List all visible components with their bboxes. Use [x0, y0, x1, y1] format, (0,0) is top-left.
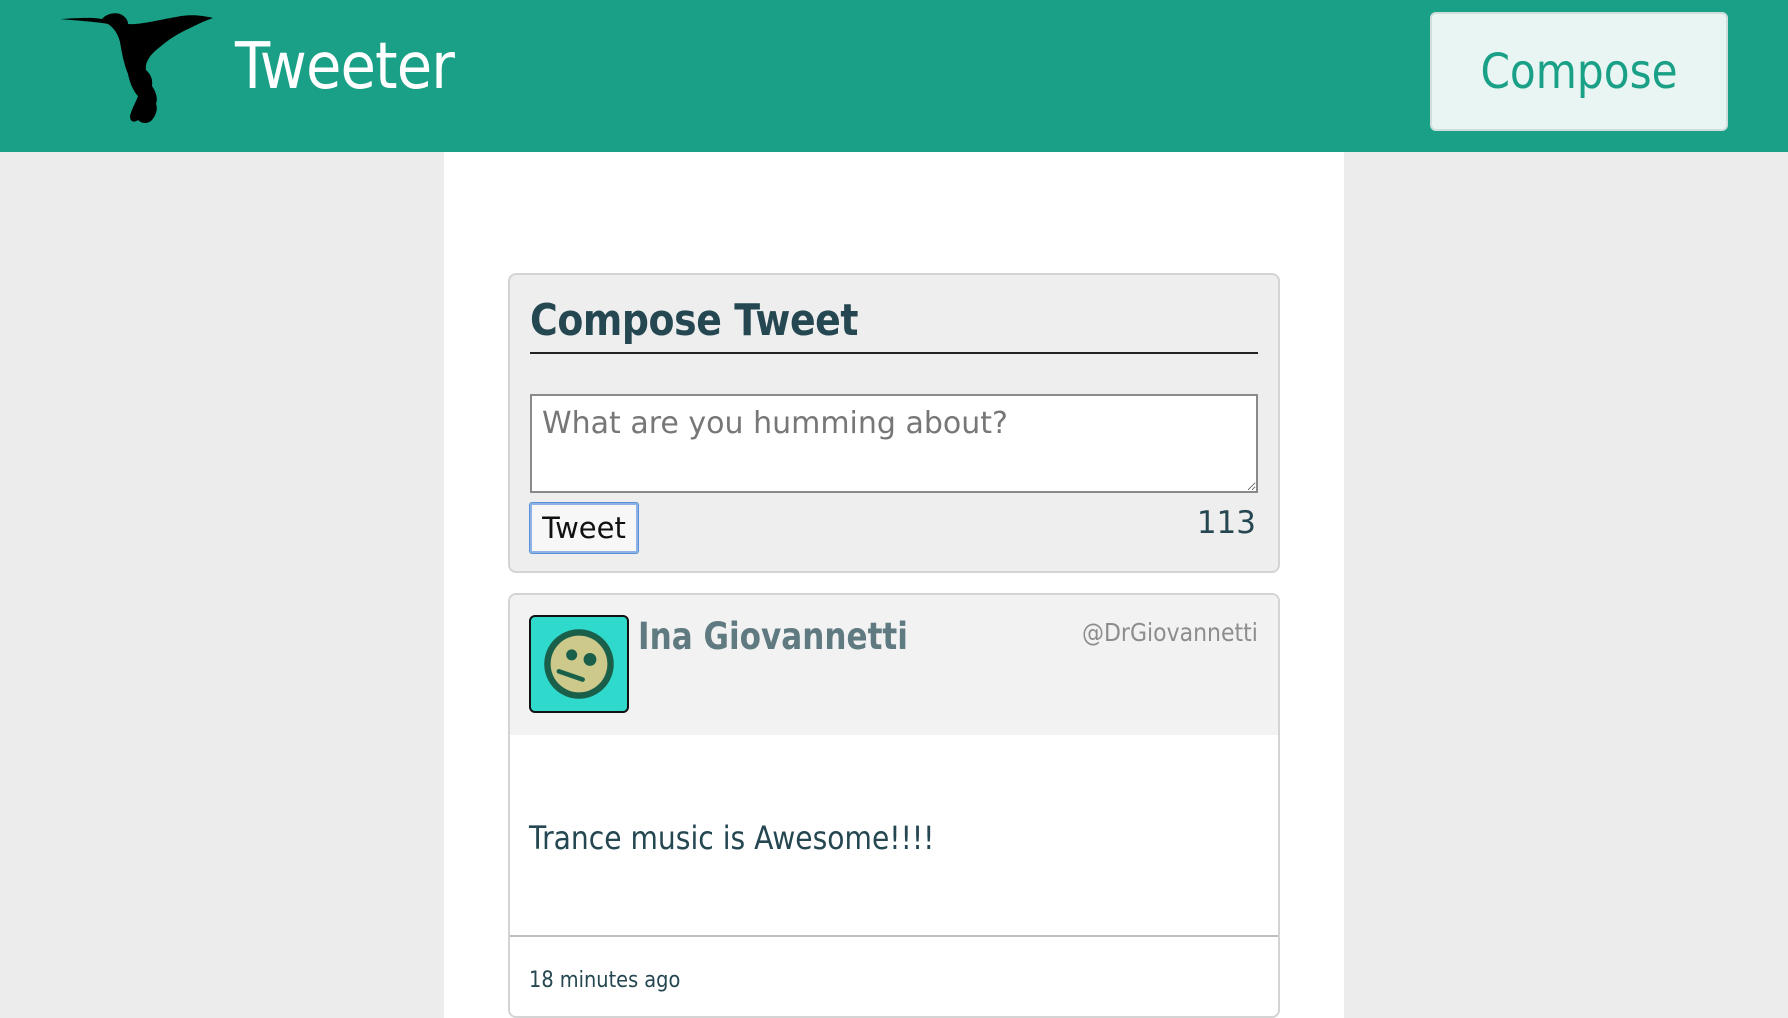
tweet-input[interactable] — [530, 394, 1258, 493]
tweet-author-name: Ina Giovannetti — [638, 615, 908, 658]
compose-tweet-box: Compose Tweet Tweet 113 — [508, 273, 1280, 573]
compose-button[interactable]: Compose — [1430, 12, 1728, 131]
tweet-card: Ina Giovannetti @DrGiovannetti Trance mu… — [508, 593, 1280, 1018]
tweet-author-handle: @DrGiovannetti — [1082, 618, 1258, 647]
tweet-content: Trance music is Awesome!!!! — [529, 819, 935, 857]
tweet-button[interactable]: Tweet — [529, 502, 639, 554]
navbar: Tweeter Compose — [0, 0, 1788, 152]
brand-title[interactable]: Tweeter — [235, 30, 455, 104]
main-container: Compose Tweet Tweet 113 Ina Giovannetti … — [444, 152, 1344, 1018]
compose-title: Compose Tweet — [530, 295, 859, 346]
tweet-header: Ina Giovannetti @DrGiovannetti — [510, 595, 1278, 735]
compose-button-label: Compose — [1480, 43, 1678, 100]
divider — [510, 935, 1278, 937]
tweet-timestamp: 18 minutes ago — [529, 968, 681, 993]
hummingbird-icon[interactable] — [58, 12, 214, 124]
divider — [530, 352, 1258, 354]
character-counter: 113 — [1196, 505, 1256, 541]
face-avatar-icon — [529, 615, 629, 713]
